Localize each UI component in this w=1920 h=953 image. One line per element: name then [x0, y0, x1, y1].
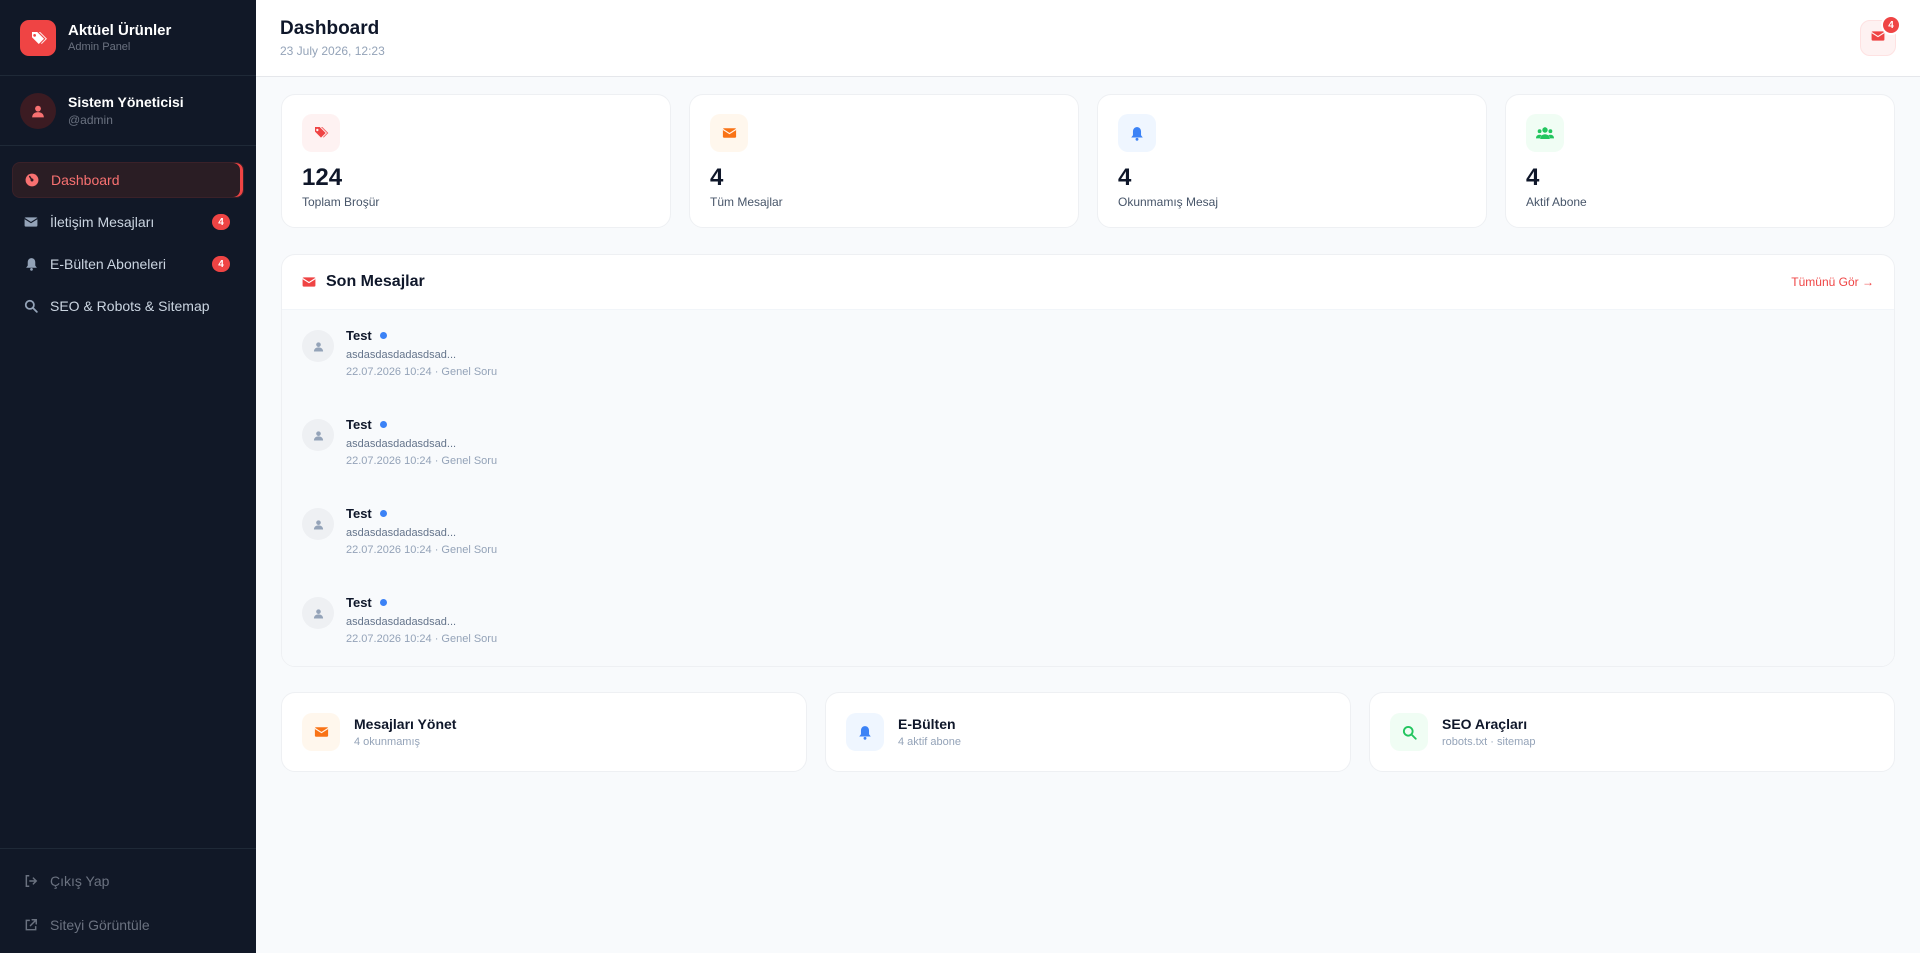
envelope-icon [710, 114, 748, 152]
sidebar-item-label: Dashboard [51, 172, 120, 188]
unread-dot [379, 599, 387, 606]
bell-icon [846, 713, 884, 751]
page-title: Dashboard [280, 18, 380, 39]
sidebar-item-seo[interactable]: SEO & Robots & Sitemap [12, 288, 244, 324]
user-icon [20, 92, 56, 129]
user-icon [302, 597, 334, 629]
inbox-button[interactable]: 4 [1860, 15, 1901, 56]
external-link-icon [24, 918, 38, 932]
action-subtitle: 4 aktif abone [898, 736, 961, 748]
stat-label: Toplam Broşür [302, 195, 380, 209]
stat-value: 124 [302, 164, 343, 191]
user-profile: Sistem Yöneticisi @admin [0, 76, 256, 146]
message-list: Test asdasdasdadasdsad... 22.07.2026 10:… [282, 310, 1894, 666]
sidebar-item-newsletter[interactable]: E-Bülten Aboneleri 4 [12, 246, 244, 282]
see-all-link[interactable]: Tümünü Gör → [1791, 275, 1874, 289]
sidebar-item-label: İletişim Mesajları [50, 214, 155, 230]
brand[interactable]: Aktüel Ürünler Admin Panel [0, 0, 256, 76]
list-item[interactable]: Test asdasdasdadasdsad... 22.07.2026 10:… [282, 488, 1894, 577]
sidebar-item-label: E-Bülten Aboneleri [50, 256, 166, 272]
stat-value: 4 [1526, 164, 1540, 191]
newsletter-count-badge: 4 [212, 256, 230, 272]
action-subtitle: 4 okunmamış [354, 736, 421, 748]
stat-card-all-messages: 4 Tüm Mesajlar [689, 94, 1079, 228]
envelope-icon [24, 215, 38, 229]
top-header: Dashboard 23 July 2026, 12:23 4 [256, 0, 1920, 77]
user-handle: @admin [68, 113, 113, 127]
stat-card-subscribers: 4 Aktif Abone [1505, 94, 1895, 228]
tags-icon [20, 19, 56, 56]
bell-icon [1118, 114, 1156, 152]
message-meta: 22.07.2026 10:24 · Genel Soru [346, 544, 498, 556]
brand-subtitle: Admin Panel [68, 41, 131, 53]
quick-actions: Mesajları Yönet 4 okunmamış E-Bülten 4 a… [281, 692, 1895, 772]
inbox-count-badge: 4 [1881, 15, 1901, 35]
sidebar-footer: Çıkış Yap Siteyi Görüntüle [0, 848, 256, 953]
stat-value: 4 [1118, 164, 1132, 191]
message-meta: 22.07.2026 10:24 · Genel Soru [346, 633, 498, 645]
sidebar-item-dashboard[interactable]: Dashboard [12, 162, 244, 198]
user-icon [302, 508, 334, 540]
action-title: E-Bülten [898, 716, 956, 732]
list-item[interactable]: Test asdasdasdadasdsad... 22.07.2026 10:… [282, 399, 1894, 488]
unread-dot [379, 421, 387, 428]
stat-card-brochures: 124 Toplam Broşür [281, 94, 671, 228]
message-meta: 22.07.2026 10:24 · Genel Soru [346, 455, 498, 467]
logout-label: Çıkış Yap [50, 873, 110, 889]
stat-card-unread: 4 Okunmamış Mesaj [1097, 94, 1487, 228]
user-icon [302, 419, 334, 451]
list-item[interactable]: Test asdasdasdadasdsad... 22.07.2026 10:… [282, 310, 1894, 399]
sidebar-nav: Dashboard İletişim Mesajları 4 E-Bülten … [0, 146, 256, 346]
search-icon [1390, 713, 1428, 751]
message-preview: asdasdasdadasdsad... [346, 349, 457, 361]
action-title: SEO Araçları [1442, 716, 1528, 732]
message-sender: Test [346, 506, 372, 521]
message-sender: Test [346, 328, 372, 343]
message-preview: asdasdasdadasdsad... [346, 616, 457, 628]
manage-messages-card[interactable]: Mesajları Yönet 4 okunmamış [281, 692, 807, 772]
action-title: Mesajları Yönet [354, 716, 457, 732]
stat-value: 4 [710, 164, 724, 191]
message-meta: 22.07.2026 10:24 · Genel Soru [346, 366, 498, 378]
sidebar: Aktüel Ürünler Admin Panel Sistem Yöneti… [0, 0, 256, 953]
message-preview: asdasdasdadasdsad... [346, 438, 457, 450]
list-item[interactable]: Test asdasdasdadasdsad... 22.07.2026 10:… [282, 577, 1894, 666]
search-icon [24, 299, 38, 313]
panel-header: Son Mesajlar Tümünü Gör → [282, 255, 1894, 310]
sidebar-item-label: SEO & Robots & Sitemap [50, 298, 210, 314]
user-icon [302, 330, 334, 362]
user-name: Sistem Yöneticisi [68, 94, 184, 110]
stat-label: Tüm Mesajlar [710, 195, 783, 209]
logout-button[interactable]: Çıkış Yap [12, 861, 244, 901]
view-site-label: Siteyi Görüntüle [50, 917, 150, 933]
seo-tools-card[interactable]: SEO Araçları robots.txt · sitemap [1369, 692, 1895, 772]
tags-icon [302, 114, 340, 152]
messages-count-badge: 4 [212, 214, 230, 230]
envelope-icon [302, 276, 316, 288]
sidebar-item-messages[interactable]: İletişim Mesajları 4 [12, 204, 244, 240]
message-preview: asdasdasdadasdsad... [346, 527, 457, 539]
logout-icon [24, 874, 38, 888]
stat-label: Okunmamış Mesaj [1118, 195, 1219, 209]
unread-dot [379, 510, 387, 517]
brand-title: Aktüel Ürünler [68, 22, 172, 39]
panel-title: Son Mesajlar [326, 273, 425, 290]
envelope-icon [302, 713, 340, 751]
page-date: 23 July 2026, 12:23 [280, 44, 385, 58]
message-sender: Test [346, 595, 372, 610]
stat-label: Aktif Abone [1526, 195, 1587, 209]
view-site-link[interactable]: Siteyi Görüntüle [12, 905, 244, 945]
newsletter-card[interactable]: E-Bülten 4 aktif abone [825, 692, 1351, 772]
message-sender: Test [346, 417, 372, 432]
unread-dot [379, 332, 387, 339]
dashboard-icon [25, 173, 39, 187]
bell-icon [24, 257, 38, 271]
users-icon [1526, 114, 1564, 152]
recent-messages-panel: Son Mesajlar Tümünü Gör → Test asdasdasd… [281, 254, 1895, 667]
action-subtitle: robots.txt · sitemap [1442, 736, 1536, 748]
stats-row: 124 Toplam Broşür 4 Tüm Mesajlar 4 Okunm… [281, 94, 1895, 228]
